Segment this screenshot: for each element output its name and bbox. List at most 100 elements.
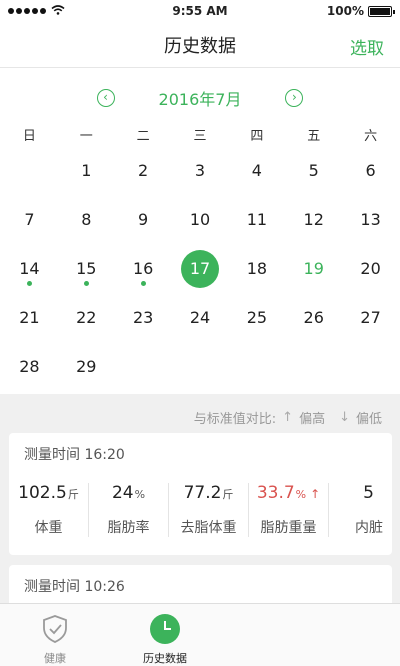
record-card[interactable]: 测量时间 16:20 102.5斤 体重 24% 脂肪率 77.2斤 去脂体重 … [9,433,392,555]
calendar-day[interactable]: 6 [342,146,399,195]
calendar-day[interactable]: 23 [115,293,172,342]
calendar-empty-cell [115,342,172,391]
metric-value: 102.5 [18,483,67,503]
weekday-label: 二 [136,129,150,144]
calendar-day[interactable]: 3 [172,146,229,195]
records-area: 与标准值对比: ↑ 偏高 ↓ 偏低 测量时间 16:20 102.5斤 体重 2… [0,394,400,625]
day-number: 9 [138,210,149,229]
tab-label: 历史数据 [143,652,187,665]
arrow-down-icon: ↓ [339,410,350,425]
weekday-label: 四 [250,129,264,144]
calendar-day[interactable]: 19 [285,244,342,293]
calendar-day[interactable]: 7 [1,195,58,244]
calendar-week: 14 15 16 17 18 19 20 [1,244,399,293]
day-number: 11 [246,210,268,229]
calendar-week: 1 2 3 4 5 6 [1,146,399,195]
calendar-day[interactable]: 26 [285,293,342,342]
metric-fat-weight: 33.7% ↑ 脂肪重量 [249,483,329,537]
day-number: 16 [132,259,154,278]
calendar-day[interactable]: 5 [285,146,342,195]
month-header: ‹ 2016年7月 › [0,84,400,112]
chevron-left-icon[interactable]: ‹ [96,89,115,107]
calendar-week: 28 29 [1,342,399,391]
calendar-empty-cell [172,342,229,391]
day-number: 5 [308,161,319,180]
month-label: 2016年7月 [158,90,242,109]
status-time: 9:55 AM [172,4,228,18]
weekday-label: 六 [364,129,378,144]
day-number: 10 [189,210,211,229]
tab-health[interactable]: 健康 [0,604,110,666]
record-dot-icon [140,281,146,286]
calendar-day[interactable]: 13 [342,195,399,244]
chevron-right-icon[interactable]: › [285,89,304,107]
metric-label: 脂肪率 [107,520,150,536]
calendar-day[interactable]: 29 [58,342,115,391]
day-number: 28 [19,357,40,376]
calendar-day[interactable]: 25 [228,293,285,342]
metric-label: 去脂体重 [180,520,237,536]
calendar-day[interactable]: 9 [115,195,172,244]
day-number: 13 [360,210,381,229]
record-dot-icon [26,281,32,286]
day-number: 4 [251,161,262,180]
day-number: 20 [360,259,381,278]
metric-value: 77.2 [183,483,222,503]
metric-unit: % [295,488,307,501]
battery-icon [368,5,395,17]
calendar-day[interactable]: 22 [58,293,115,342]
calendar-day[interactable]: 20 [342,244,399,293]
calendar-day[interactable]: 4 [228,146,285,195]
legend-low: 偏低 [355,412,382,427]
tab-label: 健康 [44,652,66,665]
weekday-label: 三 [193,129,207,144]
calendar-empty-cell [285,342,342,391]
weekday-label: 五 [307,129,321,144]
calendar-week: 7 8 9 10 11 12 13 [1,195,399,244]
calendar-day[interactable]: 10 [172,195,229,244]
calendar-day[interactable]: 1 [58,146,115,195]
weekday-label: 一 [79,129,93,144]
metric-value: 33.7 [256,483,295,503]
day-number: 27 [360,308,381,327]
nav-bar: 历史数据 选取 [0,22,400,68]
select-button[interactable]: 选取 [350,34,384,59]
metric-lean-weight: 77.2斤 去脂体重 [169,483,249,537]
calendar-day[interactable]: 27 [342,293,399,342]
weekday-header: 日 一 二 三 四 五 六 [0,125,400,144]
comparison-legend: 与标准值对比: ↑ 偏高 ↓ 偏低 [194,408,382,427]
metric-unit: 斤 [222,488,234,501]
day-number: 29 [76,357,97,376]
arrow-up-icon: ↑ [282,410,294,425]
day-number: 6 [365,161,376,180]
metric-unit: % [134,488,146,501]
metric-label: 体重 [34,520,63,536]
calendar-week: 21 22 23 24 25 26 27 [1,293,399,342]
calendar-day[interactable]: 28 [1,342,58,391]
calendar-day[interactable]: 17 [172,244,229,293]
metrics-row: 102.5斤 体重 24% 脂肪率 77.2斤 去脂体重 33.7% ↑ 脂肪重量… [9,483,392,537]
calendar-day[interactable]: 24 [172,293,229,342]
day-number: 26 [303,308,324,327]
calendar-day[interactable]: 12 [285,195,342,244]
day-number: 8 [81,210,92,229]
metric-label: 内脏 [355,520,383,536]
calendar-day[interactable]: 21 [1,293,58,342]
calendar-day[interactable]: 16 [115,244,172,293]
calendar-day[interactable]: 14 [1,244,58,293]
record-time: 测量时间 10:26 [24,579,125,595]
calendar-day[interactable]: 11 [228,195,285,244]
calendar-day[interactable]: 18 [228,244,285,293]
calendar-day[interactable]: 15 [58,244,115,293]
page-title: 历史数据 [164,35,236,57]
calendar-day[interactable]: 2 [115,146,172,195]
day-number: 3 [194,161,206,180]
metric-value: 24 [111,483,134,503]
day-number: 14 [19,259,40,278]
calendar-empty-cell [342,342,399,391]
calendar-day[interactable]: 8 [58,195,115,244]
shield-check-icon [39,613,71,645]
tab-history[interactable]: 历史数据 [110,604,220,666]
calendar-grid: 1 2 3 4 5 6 7 8 9 10 11 12 13 14 15 16 17 18 19 20 21 22 23 24 2… [0,146,400,391]
metric-weight: 102.5斤 体重 [9,483,89,537]
